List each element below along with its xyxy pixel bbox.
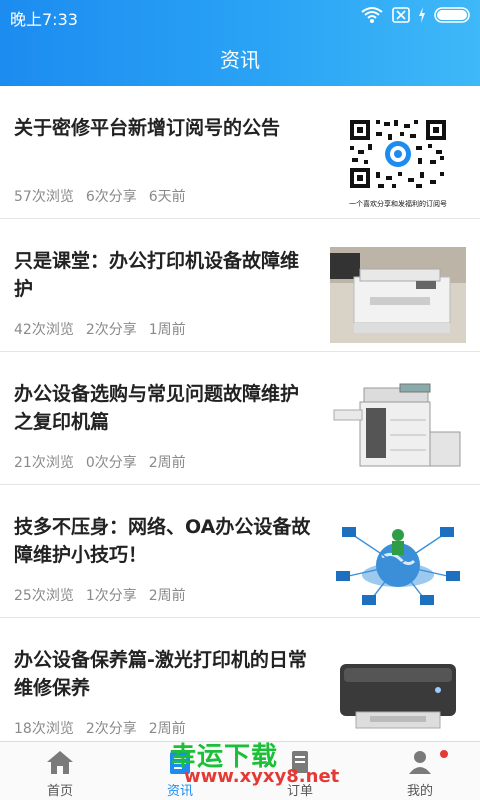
article-meta: 18次浏览 2次分享 2周前 — [14, 718, 186, 738]
status-time: 晚上7:33 — [10, 10, 78, 29]
post-time: 2周前 — [148, 588, 186, 604]
laser-printer-image — [330, 646, 466, 742]
copier-image — [330, 380, 466, 476]
article-meta: 21次浏览 0次分享 2周前 — [14, 452, 186, 472]
office-printer-image — [330, 247, 466, 343]
list-item[interactable]: 关于密修平台新增订阅号的公告 57次浏览 6次分享 6天前 一个喜欢分享和发福利… — [0, 86, 480, 219]
share-count: 0次分享 — [85, 455, 137, 471]
article-meta: 25次浏览 1次分享 2周前 — [14, 585, 186, 605]
tab-home[interactable]: 首页 — [0, 742, 120, 800]
article-title: 只是课堂：办公打印机设备故障维护 — [14, 250, 300, 300]
share-count: 6次分享 — [85, 189, 137, 205]
list-item[interactable]: 技多不压身：网络、OA办公设备故障维护小技巧！ 25次浏览 1次分享 2周前 — [0, 485, 480, 618]
article-title: 办公设备选购与常见问题故障维护之复印机篇 — [14, 383, 300, 433]
network-thumbnail — [330, 513, 466, 609]
article-list: 关于密修平台新增订阅号的公告 57次浏览 6次分享 6天前 一个喜欢分享和发福利… — [0, 86, 480, 751]
article-title: 办公设备保养篇-激光打印机的日常维修保养 — [14, 649, 307, 699]
post-time: 2周前 — [148, 455, 186, 471]
home-icon — [47, 751, 73, 774]
watermark-url: www.xyxy8.net — [184, 766, 340, 787]
view-count: 21次浏览 — [14, 455, 74, 471]
notification-dot — [440, 750, 448, 758]
status-bar: 晚上7:33 — [0, 0, 480, 32]
page-title: 资讯 — [220, 48, 260, 72]
article-title: 关于密修平台新增订阅号的公告 — [14, 117, 281, 139]
list-item[interactable]: 只是课堂：办公打印机设备故障维护 42次浏览 2次分享 1周前 — [0, 219, 480, 352]
view-count: 25次浏览 — [14, 588, 74, 604]
post-time: 6天前 — [148, 189, 186, 205]
charging-icon — [419, 7, 425, 23]
watermark: 幸运下载 www.xyxy8.net — [160, 736, 339, 792]
qr-caption: 一个喜欢分享和发福利的订阅号 — [349, 199, 447, 208]
copier-thumbnail — [330, 380, 466, 476]
profile-icon — [409, 751, 431, 774]
tab-label: 首页 — [46, 784, 73, 799]
wifi-icon — [361, 7, 383, 23]
view-count: 57次浏览 — [14, 189, 74, 205]
battery-icon — [434, 7, 470, 23]
printer-thumbnail — [330, 247, 466, 343]
status-icons — [360, 6, 472, 24]
network-globe-image — [330, 513, 466, 609]
list-item[interactable]: 办公设备选购与常见问题故障维护之复印机篇 21次浏览 0次分享 2周前 — [0, 352, 480, 485]
tab-label: 我的 — [406, 784, 433, 799]
article-title: 技多不压身：网络、OA办公设备故障维护小技巧！ — [14, 516, 311, 566]
tab-profile[interactable]: 我的 — [360, 742, 480, 800]
top-app-bar: 晚上7:33 资讯 — [0, 0, 480, 86]
share-count: 2次分享 — [85, 721, 137, 737]
list-item[interactable]: 办公设备保养篇-激光打印机的日常维修保养 18次浏览 2次分享 2周前 — [0, 618, 480, 751]
qr-code-thumbnail: 一个喜欢分享和发福利的订阅号 — [330, 114, 466, 210]
share-count: 2次分享 — [85, 322, 137, 338]
article-meta: 42次浏览 2次分享 1周前 — [14, 319, 186, 339]
qr-code-icon: 一个喜欢分享和发福利的订阅号 — [330, 114, 466, 210]
laser-printer-thumbnail — [330, 646, 466, 742]
article-meta: 57次浏览 6次分享 6天前 — [14, 186, 186, 206]
view-count: 42次浏览 — [14, 322, 74, 338]
share-count: 1次分享 — [85, 588, 137, 604]
post-time: 1周前 — [148, 322, 186, 338]
no-sim-icon — [392, 7, 410, 23]
view-count: 18次浏览 — [14, 721, 74, 737]
post-time: 2周前 — [148, 721, 186, 737]
